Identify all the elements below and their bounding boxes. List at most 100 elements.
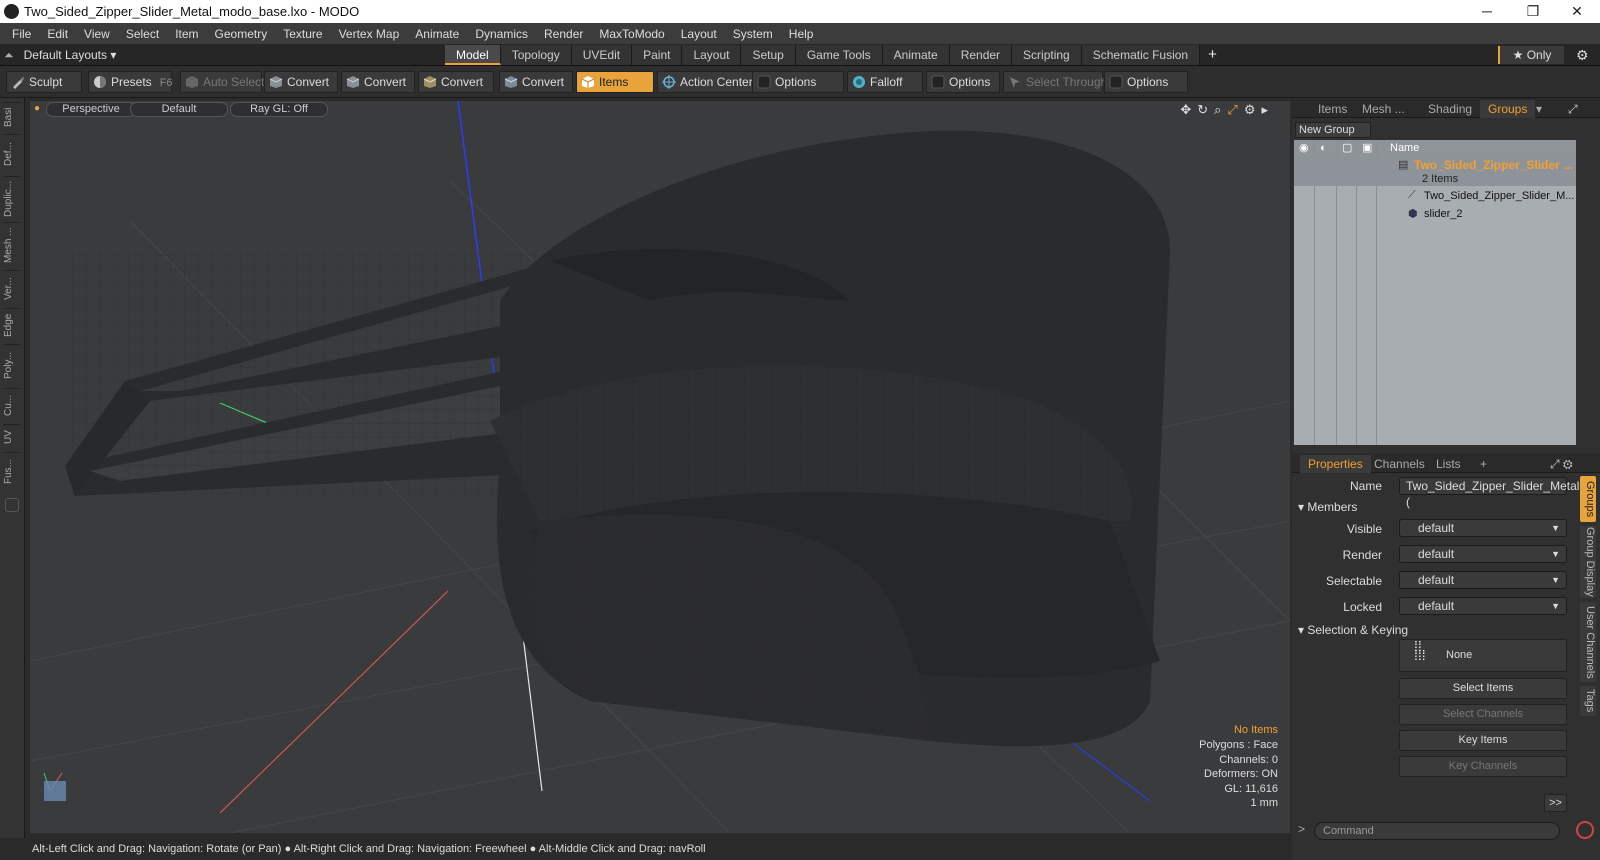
render-dropdown[interactable]: default ▼ [1399,545,1567,563]
tab-channels[interactable]: Channels [1366,455,1433,473]
menu-dynamics[interactable]: Dynamics [467,27,536,41]
tab-shading[interactable]: Shading [1420,100,1480,118]
tab-animate[interactable]: Animate [882,45,950,65]
select-items-button[interactable]: Select Items [1399,678,1567,699]
menu-layout[interactable]: Layout [673,27,725,41]
auto-select-button[interactable]: Auto Select [180,71,264,93]
only-toggle-button[interactable]: ★ Only [1498,46,1564,64]
none-button[interactable]: ⁞⁞ ⁞⁞⁞ None [1399,639,1567,672]
menu-animate[interactable]: Animate [407,27,467,41]
tab-game-tools[interactable]: Game Tools [795,45,883,65]
default-layouts-dropdown[interactable]: ⏶ Default Layouts ▾ [4,46,116,64]
items-mode-button[interactable]: Items [576,71,654,93]
menu-file[interactable]: File [4,27,39,41]
left-tab-duplicate[interactable]: Duplic... [3,176,21,220]
convert-materials-button[interactable]: Convert [499,71,573,93]
tabs-dropdown-icon[interactable]: ▾ [1528,100,1550,118]
select-channels-button[interactable]: Select Channels [1399,704,1567,725]
side-tab-user-channels[interactable]: User Channels [1580,602,1596,682]
tree-item-mesh[interactable]: ⟋ Two_Sided_Zipper_Slider_M... [1294,188,1576,205]
locked-dropdown[interactable]: default ▼ [1399,597,1567,615]
left-tab-uv[interactable]: UV [3,424,21,450]
viewport-menu-icon[interactable]: ● [34,103,40,114]
menu-view[interactable]: View [76,27,118,41]
rotate-view-icon[interactable]: ↻ [1197,102,1208,118]
left-tab-curve[interactable]: Cu... [3,388,21,422]
select-options-button[interactable]: Options [1104,71,1188,93]
menu-texture[interactable]: Texture [275,27,330,41]
view-type-dropdown[interactable]: Perspective [46,102,136,117]
tab-uvedit[interactable]: UVEdit [571,45,633,65]
side-tab-groups[interactable]: Groups [1580,476,1596,522]
menu-select[interactable]: Select [118,27,167,41]
tree-item-slider[interactable]: ⬢ slider_2 [1294,206,1576,223]
fit-view-icon[interactable]: ⤢ [1227,102,1237,118]
menu-vertex-map[interactable]: Vertex Map [331,27,408,41]
action-center-options-button[interactable]: Options [752,71,844,93]
presets-button[interactable]: Presets F6 [88,71,173,93]
3d-viewport[interactable]: ● Perspective Default Ray GL: Off ✥ ↻ ⌕ … [30,101,1290,833]
command-input[interactable]: Command [1314,822,1560,840]
selection-keying-section[interactable]: ▾ Selection & Keying [1298,623,1408,637]
shading-dropdown[interactable]: Default [130,102,228,117]
group-row[interactable]: ▤ Two_Sided_Zipper_Slider ... 2 Items [1294,156,1576,186]
zoom-view-icon[interactable]: ⌕ [1214,102,1221,118]
record-macro-icon[interactable] [1576,821,1594,839]
expand-icon[interactable]: ⤢ ⚙ [1542,455,1581,473]
convert-polygons-button[interactable]: Convert [418,71,494,93]
key-items-button[interactable]: Key Items [1399,730,1567,751]
sculpt-button[interactable]: Sculpt [6,71,82,93]
tab-mesh[interactable]: Mesh ... [1354,100,1413,118]
add-tab-button[interactable]: + [1200,45,1225,65]
tab-lists[interactable]: Lists [1428,455,1469,473]
render-icon[interactable]: ◐ [1320,140,1327,156]
left-tab-basic[interactable]: Basi [3,102,21,132]
tab-topology[interactable]: Topology [500,45,572,65]
left-tab-polygon[interactable]: Poly... [3,344,21,386]
chevron-right-icon[interactable]: ▸ [1261,102,1268,118]
minimize-button[interactable]: ─ [1464,0,1510,23]
close-button[interactable]: ✕ [1554,0,1600,23]
visible-dropdown[interactable]: default ▼ [1399,519,1567,537]
select-icon[interactable]: ▣ [1362,140,1372,156]
eye-icon[interactable]: ◉ [1299,140,1309,156]
tab-render[interactable]: Render [949,45,1013,65]
tab-schematic-fusion[interactable]: Schematic Fusion [1081,45,1201,65]
move-view-icon[interactable]: ✥ [1180,102,1191,118]
convert-vertices-button[interactable]: Convert [264,71,338,93]
selectable-dropdown[interactable]: default ▼ [1399,571,1567,589]
gear-icon[interactable]: ⚙ [1244,102,1256,118]
tab-model[interactable]: Model [445,45,501,65]
new-group-button[interactable]: New Group [1295,122,1371,138]
falloff-options-button[interactable]: Options [926,71,1000,93]
restore-button[interactable]: ❐ [1510,0,1556,23]
name-field[interactable]: Two_Sided_Zipper_Slider_Metal ( [1399,477,1579,509]
left-tab-mesh[interactable]: Mesh ... [3,222,21,268]
tab-paint[interactable]: Paint [632,45,683,65]
lock-icon[interactable]: ▢ [1342,140,1352,156]
add-tab-button[interactable]: + [1472,455,1495,473]
menu-system[interactable]: System [725,27,781,41]
menu-edit[interactable]: Edit [39,27,76,41]
left-tab-edge[interactable]: Edge [3,308,21,342]
menu-help[interactable]: Help [781,27,822,41]
convert-edges-button[interactable]: Convert [341,71,415,93]
more-button[interactable]: >> [1544,794,1567,812]
raygl-toggle[interactable]: Ray GL: Off [230,102,328,117]
expand-icon[interactable]: ⤢ [1560,100,1586,118]
tab-items[interactable]: Items [1310,100,1355,118]
menu-render[interactable]: Render [536,27,591,41]
select-through-button[interactable]: Select Through [1003,71,1107,93]
left-tab-deform[interactable]: Def... [3,134,21,174]
falloff-button[interactable]: Falloff [847,71,923,93]
gear-icon[interactable]: ⚙ [1576,47,1589,64]
tab-properties[interactable]: Properties [1300,455,1371,473]
left-tab-vertex[interactable]: Ver... [3,270,21,306]
toggle-panel-icon[interactable] [5,498,19,512]
side-tab-group-display[interactable]: Group Display [1580,526,1596,598]
menu-geometry[interactable]: Geometry [207,27,276,41]
tab-setup[interactable]: Setup [741,45,796,65]
menu-item[interactable]: Item [167,27,206,41]
left-tab-fusion[interactable]: Fus... [3,452,21,490]
key-channels-button[interactable]: Key Channels [1399,756,1567,777]
